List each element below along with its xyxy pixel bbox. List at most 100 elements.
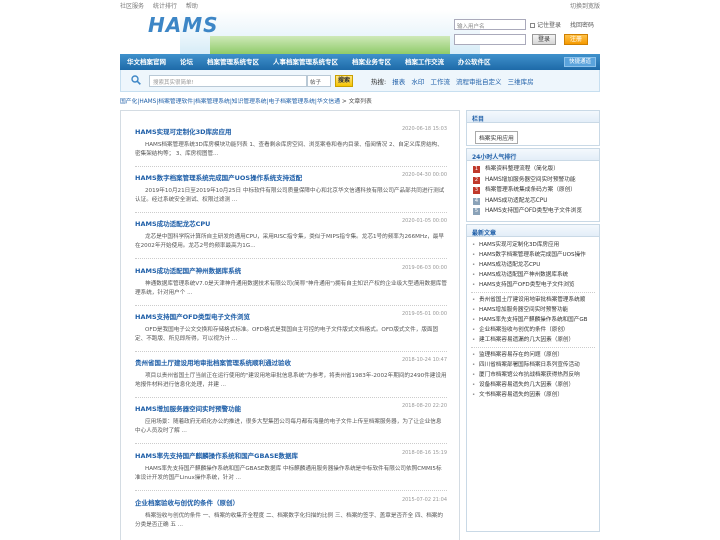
- list-item: 贵州省国土厅建设用地审批档案管理系统顺利通过验收 2018-10-24 10:4…: [135, 357, 447, 398]
- latest-item[interactable]: 文书档案容易遗失的因素（原创）: [467, 390, 599, 400]
- main-nav: 华文档案官网 论坛 档案管理系统专区 人事档案管理系统专区 档案业务专区 档案工…: [120, 54, 600, 70]
- article-summary: 2019年10月21日至2019年10月25日 中标软件有限公司质量保障中心和北…: [135, 188, 445, 204]
- rank-number: 5: [473, 208, 480, 215]
- latest-item[interactable]: HAMS成功适配龙芯CPU: [467, 260, 599, 270]
- rank-item[interactable]: 4 HAMS成功适配龙芯CPU: [467, 196, 599, 207]
- switch-wide-link[interactable]: 切换到宽版: [570, 1, 600, 10]
- latest-item[interactable]: HAMS成功适配国产神州数据库系统: [467, 270, 599, 280]
- rank-list: 1 档案资料整理流程（简化版） 2 HAMS增加服务器空间实时预警功能 3 档案管理系…: [467, 164, 599, 217]
- nav-item-official[interactable]: 华文档案官网: [120, 54, 173, 70]
- article-title[interactable]: 贵州省国土厅建设用地审批档案管理系统顺利通过验收: [135, 357, 447, 367]
- rank-number: 2: [473, 176, 480, 184]
- hot-keyword[interactable]: 三维库房: [508, 78, 534, 86]
- rank-item[interactable]: 1 档案资料整理流程（简化版）: [467, 164, 599, 175]
- quick-access-button[interactable]: 快捷通道: [563, 57, 596, 67]
- search-type-select[interactable]: 帖子: [307, 75, 331, 87]
- latest-item[interactable]: 企业档案验收与创优的条件（原创）: [467, 325, 599, 335]
- rank-item[interactable]: 5 HAMS支持国产OFD类型电子文件浏览: [467, 206, 599, 217]
- hot-keyword[interactable]: 工作流: [430, 78, 450, 86]
- divider: [135, 397, 447, 398]
- list-item: HAMS增加服务器空间实时预警功能 2018-08-20 22:20 应用场景：…: [135, 403, 447, 444]
- nav-item-forum[interactable]: 论坛: [173, 54, 200, 70]
- article-date: 2018-08-20 22:20: [401, 403, 447, 409]
- latest-item[interactable]: HAMS实现可定制化3D库房应用: [467, 240, 599, 250]
- find-password-link[interactable]: 找回密码: [570, 20, 594, 29]
- latest-item[interactable]: 四川省档案部署国际档案日系列宣传活动: [467, 360, 599, 370]
- hot-search-label: 热搜:: [371, 78, 387, 86]
- divider: [135, 351, 447, 352]
- top-link-community[interactable]: 社区服务: [120, 3, 144, 10]
- column-box-title: 栏目: [467, 111, 599, 123]
- list-item: HAMS率先支持国产麒麟操作系统和国产GBASE数据库 2018-08-16 1…: [135, 450, 447, 491]
- password-input[interactable]: [454, 34, 526, 45]
- article-title[interactable]: HAMS成功适配龙芯CPU: [135, 218, 447, 228]
- article-summary: 应用场景：随着政府无纸化办公的推进，很多大型集团公司每月都有海量的电子文件上传至…: [135, 419, 442, 435]
- breadcrumb-current: 文章列表: [348, 99, 372, 105]
- divider: [135, 258, 447, 259]
- article-title[interactable]: HAMS增加服务器空间实时预警功能: [135, 403, 447, 413]
- list-item: 企业档案验收与创优的条件（原创） 2015-07-02 21:04 档案验收与创…: [135, 497, 447, 531]
- article-date: 2020-01-05 00:00: [401, 218, 447, 224]
- article-date: 2018-08-16 15:19: [401, 450, 447, 456]
- nav-item-archive-exchange[interactable]: 档案工作交流: [398, 54, 451, 70]
- remember-checkbox[interactable]: 记住登录: [530, 20, 561, 29]
- nav-item-personnel-archive[interactable]: 人事档案管理系统专区: [266, 54, 345, 70]
- rank-item-text: HAMS支持国产OFD类型电子文件浏览: [485, 208, 583, 214]
- column-label[interactable]: 档案实用应用: [475, 131, 518, 144]
- nav-item-office-software[interactable]: 办公软件区: [451, 54, 498, 70]
- hot-keyword[interactable]: 水印: [411, 78, 424, 86]
- divider: [135, 490, 447, 491]
- column-box: 栏目 档案实用应用: [466, 110, 600, 146]
- username-input[interactable]: 输入用户名: [454, 19, 526, 30]
- article-title[interactable]: HAMS成功适配国产神州数据库系统: [135, 265, 447, 275]
- article-title[interactable]: HAMS数字档案管理系统完成国产UOS操作系统支持适配: [135, 172, 447, 182]
- search-button[interactable]: 搜索: [335, 75, 353, 87]
- rank-box: 24小时人气排行 1 档案资料整理流程（简化版） 2 HAMS增加服务器空间实时预警…: [466, 148, 600, 222]
- article-title[interactable]: 企业档案验收与创优的条件（原创）: [135, 497, 447, 507]
- latest-item[interactable]: HAMS增加服务器空间实时预警功能: [467, 305, 599, 315]
- rank-box-title: 24小时人气排行: [467, 149, 599, 161]
- latest-item[interactable]: 厦门市档案馆公布抗战档案获得热烈反响: [467, 370, 599, 380]
- rank-item-text: HAMS成功适配龙芯CPU: [485, 197, 548, 204]
- rank-item[interactable]: 3 档案管理系统集成条码方案（原创）: [467, 185, 599, 196]
- remember-label: 记住登录: [537, 22, 562, 29]
- top-link-help[interactable]: 帮助: [186, 3, 198, 10]
- search-input[interactable]: 搜索其实很简单!: [149, 75, 307, 87]
- rank-item[interactable]: 2 HAMS增加服务器空间实时预警功能: [467, 175, 599, 186]
- list-item: HAMS实现可定制化3D库房应用 2020-06-18 15:03 HAMS档案…: [135, 126, 447, 167]
- article-summary: HAMS率先支持国产麒麟操作系统和国产GBASE数据库 中标麒麟通用服务器操作系…: [135, 466, 442, 482]
- top-links: 社区服务 统计排行 帮助: [120, 1, 205, 10]
- article-title[interactable]: HAMS支持国产OFD类型电子文件浏览: [135, 311, 447, 321]
- latest-item[interactable]: HAMS支持国产OFD类型电子文件浏览: [467, 280, 599, 290]
- latest-item[interactable]: 监理档案容易存在的问题（原创）: [467, 350, 599, 360]
- latest-item[interactable]: HAMS率先支持国产麒麟操作系统和国产GB: [467, 315, 599, 325]
- hot-keyword[interactable]: 流程审批自定义: [456, 78, 502, 86]
- latest-item[interactable]: 贵州省国土厅建设用地审批档案管理系统顺: [467, 295, 599, 305]
- nav-item-archive-system[interactable]: 档案管理系统专区: [200, 54, 266, 70]
- article-summary: 项目以贵州省国土厅当前正在运行使用的"建设用地审批信息系统"为参考，将贵州省19…: [135, 373, 447, 389]
- site-logo[interactable]: HAMS: [148, 13, 219, 37]
- article-date: 2020-04-30 00:00: [401, 172, 447, 178]
- article-title[interactable]: HAMS实现可定制化3D库房应用: [135, 126, 447, 136]
- rank-item-text: 档案管理系统集成条码方案（原创）: [485, 187, 576, 193]
- article-list: HAMS实现可定制化3D库房应用 2020-06-18 15:03 HAMS档案…: [120, 110, 460, 540]
- latest-box: 最新文章 HAMS实现可定制化3D库房应用 HAMS数字档案管理系统完成国产UO…: [466, 224, 600, 532]
- nav-item-archive-business[interactable]: 档案业务专区: [345, 54, 398, 70]
- search-icon: [131, 75, 141, 85]
- article-summary: 神通数据库管理系统V7.0是天津神舟通用数据技术有限公司(简称"神舟通用")拥有…: [135, 281, 447, 297]
- banner-grass: [210, 36, 450, 54]
- login-button[interactable]: 登录: [532, 34, 556, 45]
- divider: [135, 166, 447, 167]
- top-link-stats[interactable]: 统计排行: [153, 3, 177, 10]
- latest-item[interactable]: 设备档案容易遗失的几大因素（原创）: [467, 380, 599, 390]
- hot-keyword[interactable]: 报表: [392, 78, 405, 86]
- article-summary: 龙芯是中国科学院计算所自主研发的通用CPU，采用RISC指令集，类似于MIPS指…: [135, 234, 444, 250]
- breadcrumb-sep: >: [340, 99, 349, 105]
- divider: [135, 443, 447, 444]
- article-title[interactable]: HAMS率先支持国产麒麟操作系统和国产GBASE数据库: [135, 450, 447, 460]
- register-button[interactable]: 注册: [564, 34, 588, 45]
- breadcrumb: 国产化|HAMS|档案管理软件|档案管理系统|知识管理系统|电子档案管理系统|华…: [120, 96, 372, 105]
- latest-item[interactable]: HAMS数字档案管理系统完成国产UOS操作: [467, 250, 599, 260]
- breadcrumb-path[interactable]: 国产化|HAMS|档案管理软件|档案管理系统|知识管理系统|电子档案管理系统|华…: [120, 99, 340, 105]
- latest-item[interactable]: 建工档案容易遗漏的几大因素（原创）: [467, 335, 599, 345]
